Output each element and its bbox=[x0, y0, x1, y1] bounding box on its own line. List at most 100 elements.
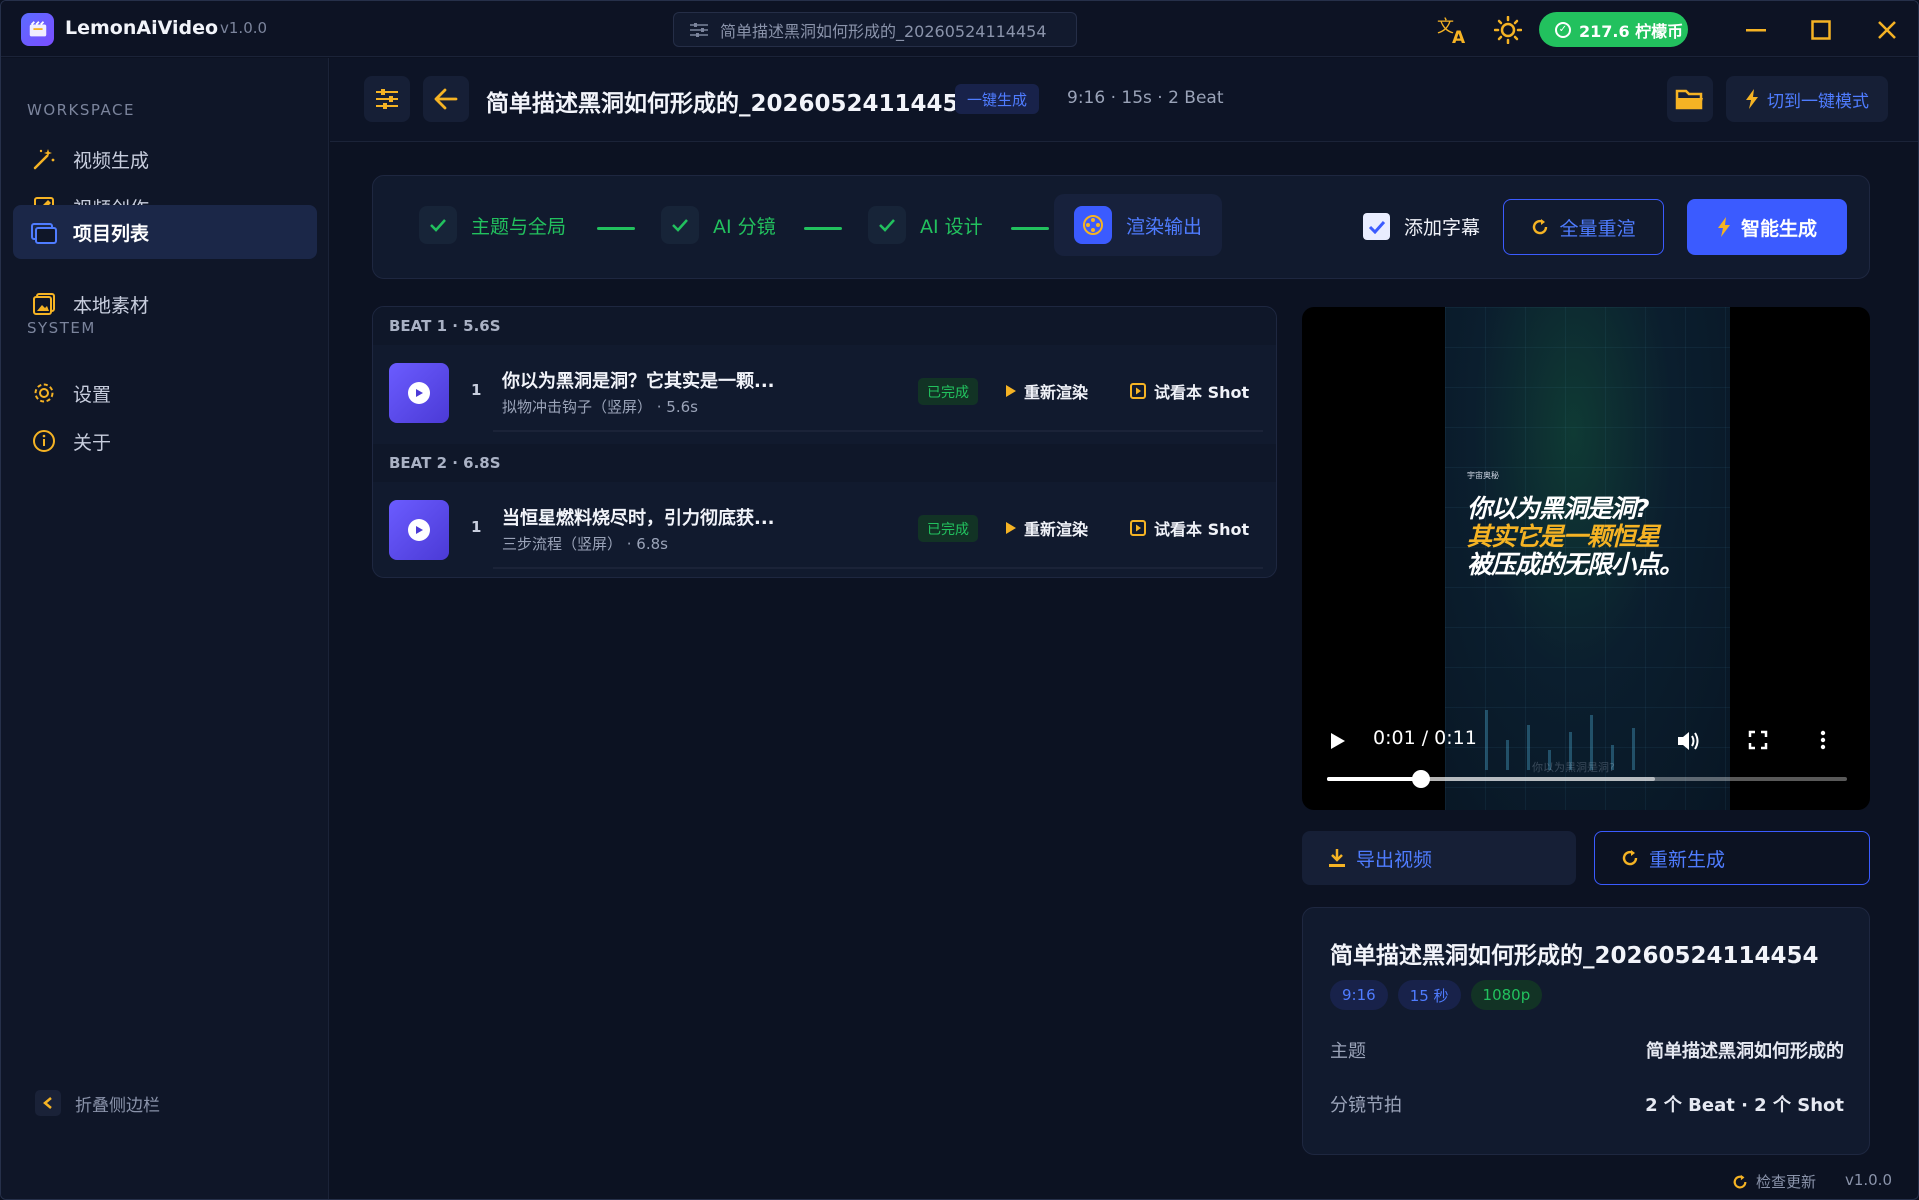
beats-list: BEAT 1 · 5.6S 1 你以为黑洞是洞？它其实是一颗... 拟物冲击钩子… bbox=[372, 306, 1277, 578]
seek-progress bbox=[1327, 777, 1421, 781]
collapse-sidebar-button[interactable]: 折叠侧边栏 bbox=[35, 1090, 160, 1116]
sidebar-item-settings[interactable]: 设置 bbox=[13, 366, 317, 420]
magic-wand-icon bbox=[31, 146, 57, 172]
play-icon bbox=[408, 382, 430, 404]
switch-mode-label: 切到一键模式 bbox=[1767, 91, 1869, 112]
app-window: LemonAiVideo v1.0.0 简单描述黑洞如何形成的_20260524… bbox=[0, 0, 1919, 1200]
export-video-button[interactable]: 导出视频 bbox=[1302, 831, 1576, 885]
export-video-label: 导出视频 bbox=[1356, 848, 1433, 871]
step-label: 主题与全局 bbox=[471, 215, 567, 238]
system-section-label: SYSTEM bbox=[27, 319, 96, 337]
play-icon bbox=[408, 519, 430, 541]
step-render-output[interactable]: 渲染输出 bbox=[1054, 194, 1223, 256]
step-label: AI 分镜 bbox=[713, 215, 776, 238]
close-button[interactable] bbox=[1869, 12, 1905, 48]
rerender-all-button[interactable]: 全量重渲 bbox=[1503, 199, 1664, 255]
open-folder-button[interactable] bbox=[1667, 76, 1713, 122]
app-version: v1.0.0 bbox=[220, 19, 268, 37]
smart-generate-button[interactable]: 智能生成 bbox=[1687, 199, 1847, 255]
sidebar-item-projects[interactable]: 项目列表 bbox=[13, 205, 317, 259]
fullscreen-button[interactable] bbox=[1748, 730, 1768, 755]
play-icon bbox=[1331, 733, 1345, 749]
preview-shot-button[interactable]: 试看本 Shot bbox=[1130, 379, 1249, 403]
volume-button[interactable] bbox=[1676, 730, 1700, 757]
workspace-section-label: WORKSPACE bbox=[27, 101, 135, 119]
switch-one-click-mode-button[interactable]: 切到一键模式 bbox=[1726, 76, 1888, 122]
sidebar-item-label: 项目列表 bbox=[73, 222, 150, 245]
translate-icon[interactable]: 文A bbox=[1436, 12, 1472, 48]
player-controls: 0:01 / 0:11 bbox=[1302, 307, 1870, 810]
more-options-button[interactable] bbox=[1820, 730, 1826, 755]
refresh-icon bbox=[1622, 850, 1638, 866]
sidebar-item-label: 视频生成 bbox=[73, 149, 150, 172]
volume-icon bbox=[1678, 732, 1699, 750]
info-key: 主题 bbox=[1330, 1041, 1366, 1062]
info-value: 2 个 Beat · 2 个 Shot bbox=[1645, 1095, 1844, 1116]
info-row-theme: 主题 简单描述黑洞如何形成的 bbox=[1330, 1037, 1844, 1063]
check-icon bbox=[661, 206, 699, 244]
time-display: 0:01 / 0:11 bbox=[1373, 727, 1477, 749]
add-subtitles-toggle[interactable]: 添加字幕 bbox=[1363, 213, 1480, 240]
window-title-text: 简单描述黑洞如何形成的_20260524114454 bbox=[720, 21, 1047, 41]
sidebar-item-video-generate[interactable]: 视频生成 bbox=[13, 132, 317, 186]
rerender-label: 重新渲染 bbox=[1024, 520, 1089, 539]
rerender-shot-button[interactable]: 重新渲染 bbox=[1005, 379, 1088, 403]
row-divider bbox=[493, 430, 1263, 432]
svg-text:A: A bbox=[1452, 28, 1466, 45]
info-icon bbox=[31, 428, 57, 454]
check-icon bbox=[868, 206, 906, 244]
sidebar-item-label: 设置 bbox=[73, 383, 112, 406]
beat-header: BEAT 1 · 5.6S bbox=[373, 307, 1276, 345]
minimize-button[interactable] bbox=[1738, 12, 1774, 48]
play-button[interactable] bbox=[1329, 731, 1347, 756]
rerender-label: 重新渲染 bbox=[1024, 383, 1089, 402]
shot-template: 拟物冲击钩子（竖屏） · 5.6s bbox=[502, 398, 698, 416]
app-logo-icon bbox=[21, 13, 54, 46]
step-connector bbox=[804, 227, 842, 230]
step-storyboard[interactable]: AI 分镜 bbox=[661, 206, 776, 244]
download-icon bbox=[1329, 849, 1345, 867]
check-update-button[interactable]: 检查更新 bbox=[1732, 1171, 1816, 1192]
refresh-icon bbox=[1533, 219, 1548, 235]
preview-icon bbox=[1130, 383, 1146, 399]
shot-row[interactable]: 1 你以为黑洞是洞？它其实是一颗... 拟物冲击钩子（竖屏） · 5.6s 已完… bbox=[373, 345, 1276, 433]
theme-icon[interactable] bbox=[1490, 12, 1526, 48]
step-design[interactable]: AI 设计 bbox=[868, 206, 983, 244]
preview-shot-button[interactable]: 试看本 Shot bbox=[1130, 516, 1249, 540]
sidebar-item-label: 本地素材 bbox=[73, 294, 150, 317]
shot-row[interactable]: 1 当恒星燃料烧尽时，引力彻底获... 三步流程（竖屏） · 6.8s 已完成 … bbox=[373, 482, 1276, 570]
gear-icon bbox=[31, 380, 57, 406]
preview-icon bbox=[1130, 520, 1146, 536]
shot-thumbnail[interactable] bbox=[389, 363, 449, 423]
settings-sliders-button[interactable] bbox=[364, 76, 410, 122]
smart-generate-label: 智能生成 bbox=[1740, 217, 1817, 240]
shot-template: 三步流程（竖屏） · 6.8s bbox=[502, 535, 668, 553]
maximize-button[interactable] bbox=[1803, 12, 1839, 48]
sidebar-item-about[interactable]: 关于 bbox=[13, 414, 317, 468]
video-player[interactable]: 宇宙奥秘 你以为黑洞是洞? 其实它是一颗恒星 被压成的无限小点。 你以为黑洞是洞… bbox=[1302, 307, 1870, 810]
back-button[interactable] bbox=[423, 76, 469, 122]
shot-number: 1 bbox=[471, 381, 482, 399]
add-subtitles-label: 添加字幕 bbox=[1404, 217, 1481, 239]
coin-balance: 217.6 柠檬币 bbox=[1579, 21, 1684, 41]
seek-bar[interactable] bbox=[1327, 770, 1847, 788]
coin-balance-badge[interactable]: ✓ 217.6 柠檬币 bbox=[1539, 12, 1688, 47]
check-icon bbox=[419, 206, 457, 244]
step-theme[interactable]: 主题与全局 bbox=[419, 206, 566, 244]
info-title: 简单描述黑洞如何形成的_20260524114454 bbox=[1330, 943, 1819, 969]
sidebar-item-label: 关于 bbox=[73, 431, 112, 454]
seek-handle[interactable] bbox=[1411, 770, 1430, 788]
info-key: 分镜节拍 bbox=[1330, 1095, 1402, 1116]
play-icon bbox=[1006, 522, 1016, 534]
status-badge: 已完成 bbox=[918, 378, 978, 405]
checkbox-checked-icon[interactable] bbox=[1363, 213, 1390, 240]
lightning-icon bbox=[1717, 217, 1730, 237]
rerender-shot-button[interactable]: 重新渲染 bbox=[1005, 516, 1088, 540]
row-divider bbox=[493, 567, 1263, 569]
regenerate-button[interactable]: 重新生成 bbox=[1594, 831, 1870, 885]
step-label: 渲染输出 bbox=[1126, 215, 1203, 238]
preview-label: 试看本 Shot bbox=[1154, 520, 1250, 539]
project-meta: 9:16 · 15s · 2 Beat bbox=[1067, 88, 1224, 108]
film-reel-icon bbox=[1074, 206, 1112, 244]
shot-thumbnail[interactable] bbox=[389, 500, 449, 560]
